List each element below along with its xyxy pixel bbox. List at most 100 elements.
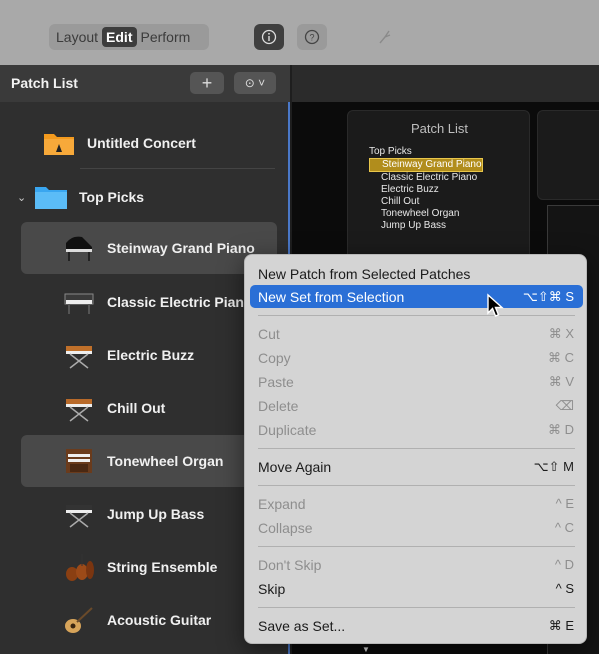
menu-item-label: Expand [258, 495, 306, 512]
more-options-button[interactable]: ⊙ ˅ [234, 72, 276, 94]
menu-item-shortcut: ⌥⇧ M [533, 458, 574, 474]
menu-item-shortcut: ^ E [555, 496, 574, 511]
menu-item-cut[interactable]: Cut ⌘ X [250, 322, 583, 345]
menu-item-label: Delete [258, 397, 299, 414]
add-patch-button[interactable]: + [190, 72, 224, 94]
help-icon: ? [304, 29, 320, 45]
strings-icon [59, 549, 99, 585]
panel-list: Top Picks Steinway Grand Piano Classic E… [369, 146, 483, 232]
synth-icon [59, 390, 99, 426]
panel-title: Patch List [410, 121, 469, 136]
menu-item-label: Collapse [258, 519, 313, 536]
panel-patch-item[interactable]: Tonewheel Organ [369, 208, 483, 220]
grand-piano-icon [59, 230, 99, 266]
menu-item-label: Paste [258, 373, 294, 390]
menu-item-new-set-from-selection[interactable]: New Set from Selection ⌥⇧⌘ S [250, 285, 583, 308]
panel-category: Top Picks [369, 146, 412, 157]
delete-key-icon: ⌫ [555, 397, 574, 413]
sidebar-item-label: Acoustic Guitar [107, 612, 212, 628]
menu-item-label: Cut [258, 325, 280, 342]
mode-segmented-control: Layout Edit Perform [49, 24, 209, 50]
sidebar-item-label: String Ensemble [107, 559, 218, 575]
tuner-button[interactable] [370, 24, 400, 50]
menu-item-shortcut: ⌘ C [548, 349, 574, 365]
synth-icon [59, 496, 99, 532]
mode-edit[interactable]: Edit [102, 27, 137, 47]
sidebar-item-label: Classic Electric Pian [107, 294, 244, 310]
svg-text:?: ? [309, 33, 314, 43]
menu-item-duplicate[interactable]: Duplicate ⌘ D [250, 418, 583, 441]
sidebar-title: Patch List [11, 75, 78, 91]
concert-folder-icon [39, 125, 79, 161]
main-top-bar [292, 65, 599, 102]
menu-item-new-patch-from-selected[interactable]: New Patch from Selected Patches [250, 262, 583, 285]
menu-item-label: New Set from Selection [258, 288, 405, 305]
menu-item-shortcut: ^ D [554, 557, 574, 572]
side-panel [537, 110, 599, 200]
menu-item-copy[interactable]: Copy ⌘ C [250, 346, 583, 369]
panel-patch-item[interactable]: Steinway Grand Piano [369, 158, 483, 172]
sidebar-item-jump-up-bass[interactable]: Jump Up Bass [21, 488, 277, 540]
sidebar-item-label: Electric Buzz [107, 347, 195, 363]
panel-patch-item[interactable]: Chill Out [369, 196, 483, 208]
toolbar: Layout Edit Perform ? [0, 0, 599, 65]
menu-item-move-again[interactable]: Move Again ⌥⇧ M [250, 455, 583, 478]
menu-item-save-as-set[interactable]: Save as Set... ⌘ E [250, 614, 583, 637]
menu-item-delete[interactable]: Delete ⌫ [250, 394, 583, 417]
info-icon [261, 29, 277, 45]
sidebar-item-acoustic-guitar[interactable]: Acoustic Guitar [21, 594, 277, 646]
menu-separator [258, 546, 575, 547]
menu-item-label: Copy [258, 349, 291, 366]
electric-piano-icon [59, 284, 99, 320]
menu-item-shortcut: ^ C [554, 520, 574, 535]
divider [80, 168, 275, 169]
mode-layout[interactable]: Layout [52, 27, 102, 47]
tuning-fork-icon [379, 30, 391, 44]
panel-patch-item[interactable]: Electric Buzz [369, 184, 483, 196]
menu-item-label: Save as Set... [258, 617, 346, 634]
sidebar-item-untitled-concert[interactable]: Untitled Concert [21, 117, 277, 169]
menu-item-expand[interactable]: Expand ^ E [250, 492, 583, 515]
sidebar-item-string-ensemble[interactable]: String Ensemble [21, 541, 277, 593]
menu-item-shortcut: ⌘ E [548, 617, 574, 633]
menu-item-shortcut: ⌥⇧⌘ S [522, 288, 574, 304]
guitar-icon [59, 602, 99, 638]
mouse-pointer-icon [487, 293, 504, 317]
help-button[interactable]: ? [297, 24, 327, 50]
menu-item-shortcut: ⌘ X [548, 325, 574, 341]
synth-icon [59, 337, 99, 373]
sidebar-item-chill-out[interactable]: Chill Out [21, 382, 277, 434]
menu-item-label: New Patch from Selected Patches [258, 265, 471, 282]
sidebar-item-label: Chill Out [107, 400, 166, 416]
menu-separator [258, 607, 575, 608]
menu-item-label: Don't Skip [258, 556, 322, 573]
menu-item-dont-skip[interactable]: Don't Skip ^ D [250, 553, 583, 576]
sidebar-item-label: Top Picks [79, 189, 145, 205]
sidebar-item-tonewheel-organ[interactable]: Tonewheel Organ [21, 435, 277, 487]
menu-item-shortcut: ^ S [555, 581, 574, 596]
sidebar-item-classic-electric-piano[interactable]: Classic Electric Pian [21, 276, 277, 328]
menu-item-skip[interactable]: Skip ^ S [250, 577, 583, 600]
sidebar-item-label: Steinway Grand Piano [107, 240, 255, 256]
panel-patch-item[interactable]: Classic Electric Piano [369, 172, 483, 184]
sidebar-item-steinway-grand-piano[interactable]: Steinway Grand Piano [21, 222, 277, 274]
mode-perform[interactable]: Perform [137, 27, 195, 47]
menu-item-shortcut: ⌘ V [548, 373, 574, 389]
sidebar-item-label: Jump Up Bass [107, 506, 205, 522]
chevron-down-icon[interactable]: ⌄ [17, 191, 29, 204]
sidebar-item-label: Untitled Concert [87, 135, 196, 151]
menu-item-collapse[interactable]: Collapse ^ C [250, 516, 583, 539]
menu-separator [258, 485, 575, 486]
sidebar-item-top-picks[interactable]: ⌄ Top Picks [17, 171, 277, 223]
panel-patch-item[interactable]: Jump Up Bass [369, 220, 483, 232]
folder-icon [31, 179, 71, 215]
menu-item-shortcut: ⌘ D [548, 421, 574, 437]
sidebar-header: Patch List + ⊙ ˅ [0, 65, 290, 102]
sidebar-item-label: Tonewheel Organ [107, 453, 224, 469]
organ-icon [59, 443, 99, 479]
sidebar-item-electric-buzz[interactable]: Electric Buzz [21, 329, 277, 381]
menu-item-paste[interactable]: Paste ⌘ V [250, 370, 583, 393]
info-button[interactable] [254, 24, 284, 50]
context-menu: New Patch from Selected Patches New Set … [244, 254, 587, 644]
menu-separator [258, 315, 575, 316]
